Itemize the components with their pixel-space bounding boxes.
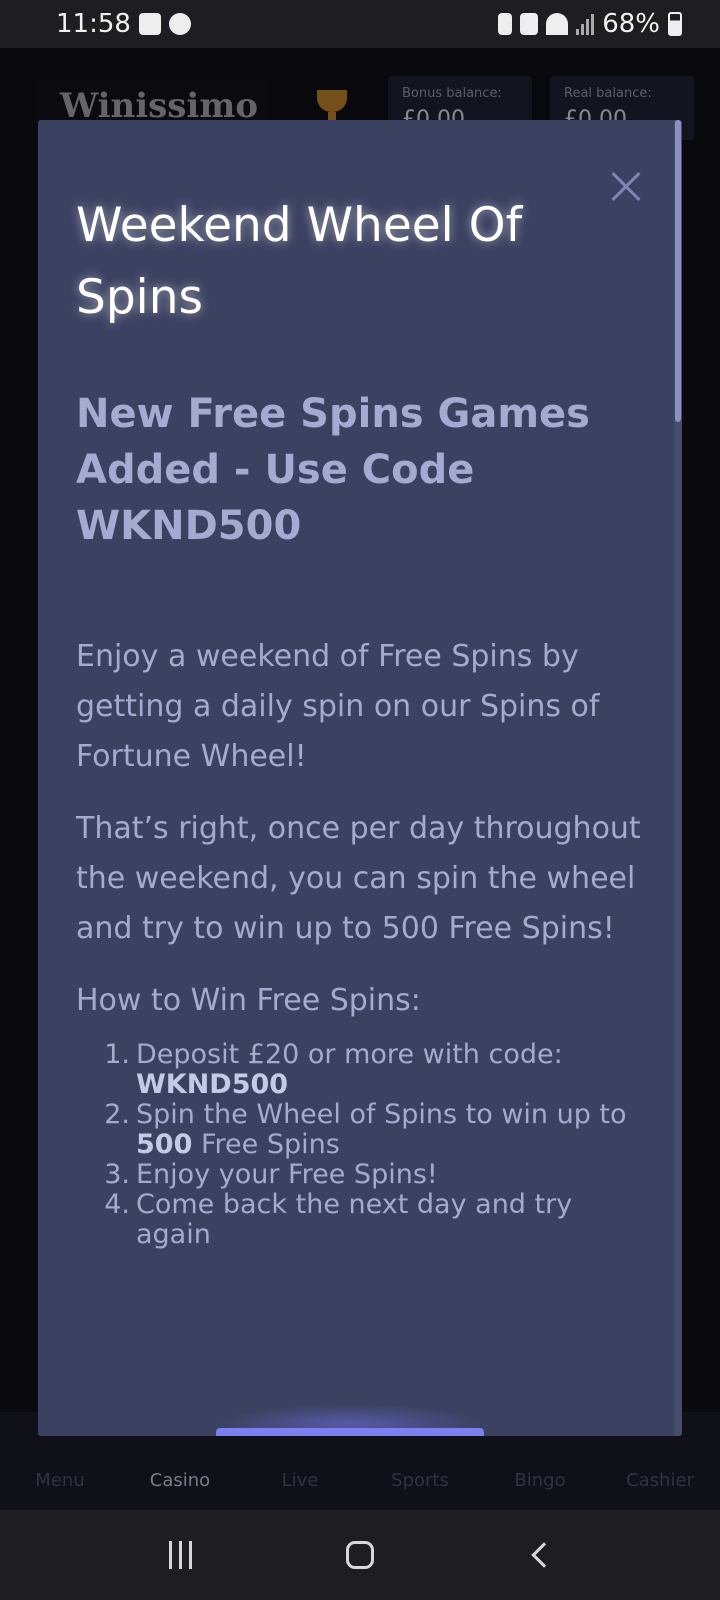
step-number: 1. [104, 1039, 130, 1070]
status-right: 68% [498, 9, 682, 39]
recent-apps-button[interactable] [150, 1525, 210, 1585]
promo-paragraph-1: Enjoy a weekend of Free Spins by getting… [76, 639, 600, 774]
battery-icon [668, 12, 682, 36]
wifi-icon [546, 13, 569, 35]
step-item: 4. Come back the next day and try again [104, 1190, 646, 1250]
step-text: Enjoy your Free Spins! [136, 1159, 438, 1190]
android-nav-bar [0, 1510, 720, 1600]
step-number: 4. [104, 1189, 130, 1220]
mute-icon [520, 13, 539, 35]
message-icon [168, 13, 191, 35]
steps-list: 1. Deposit £20 or more with code: WKND50… [76, 1040, 646, 1250]
status-left: 11:58 [56, 9, 191, 39]
promo-modal: Weekend Wheel Of Spins New Free Spins Ga… [38, 120, 682, 1436]
step-item: 1. Deposit £20 or more with code: WKND50… [104, 1040, 646, 1100]
step-item: 2. Spin the Wheel of Spins to win up to … [104, 1100, 646, 1160]
status-time: 11:58 [56, 9, 131, 39]
cta-button[interactable] [216, 1428, 484, 1436]
scrollbar-thumb[interactable] [675, 120, 681, 422]
step-text: Deposit £20 or more with code: WKND500 [136, 1040, 646, 1100]
gallery-icon [138, 13, 161, 35]
step-text-part: Deposit £20 or more with code: [136, 1039, 563, 1070]
battery-saver-icon [498, 13, 513, 35]
step-text-after: Free Spins [192, 1129, 340, 1160]
step-number: 3. [104, 1159, 130, 1190]
step-text: Come back the next day and try again [136, 1189, 573, 1250]
modal-subtitle: New Free Spins Games Added - Use Code WK… [76, 391, 590, 549]
back-icon [531, 1542, 557, 1568]
recent-apps-icon [168, 1541, 192, 1569]
status-bar: 11:58 68% [0, 0, 720, 48]
modal-title: Weekend Wheel Of Spins [76, 198, 523, 325]
home-icon [346, 1541, 374, 1569]
step-text-part: Spin the Wheel of Spins to win up to [136, 1099, 627, 1130]
step-code: WKND500 [136, 1069, 289, 1100]
promo-paragraph-2: That’s right, once per day throughout th… [76, 811, 641, 946]
step-item: 3. Enjoy your Free Spins! [104, 1160, 646, 1190]
signal-icon [576, 13, 595, 35]
modal-scrollbar[interactable] [674, 120, 682, 1436]
back-button[interactable] [510, 1525, 570, 1585]
step-text: Spin the Wheel of Spins to win up to 500… [136, 1100, 646, 1160]
step-number: 2. [104, 1099, 130, 1130]
step-bold: 500 [136, 1129, 193, 1160]
how-to-heading: How to Win Free Spins: [76, 983, 421, 1018]
home-button[interactable] [330, 1525, 390, 1585]
modal-content: Weekend Wheel Of Spins New Free Spins Ga… [76, 190, 646, 1250]
battery-percent: 68% [602, 9, 660, 39]
